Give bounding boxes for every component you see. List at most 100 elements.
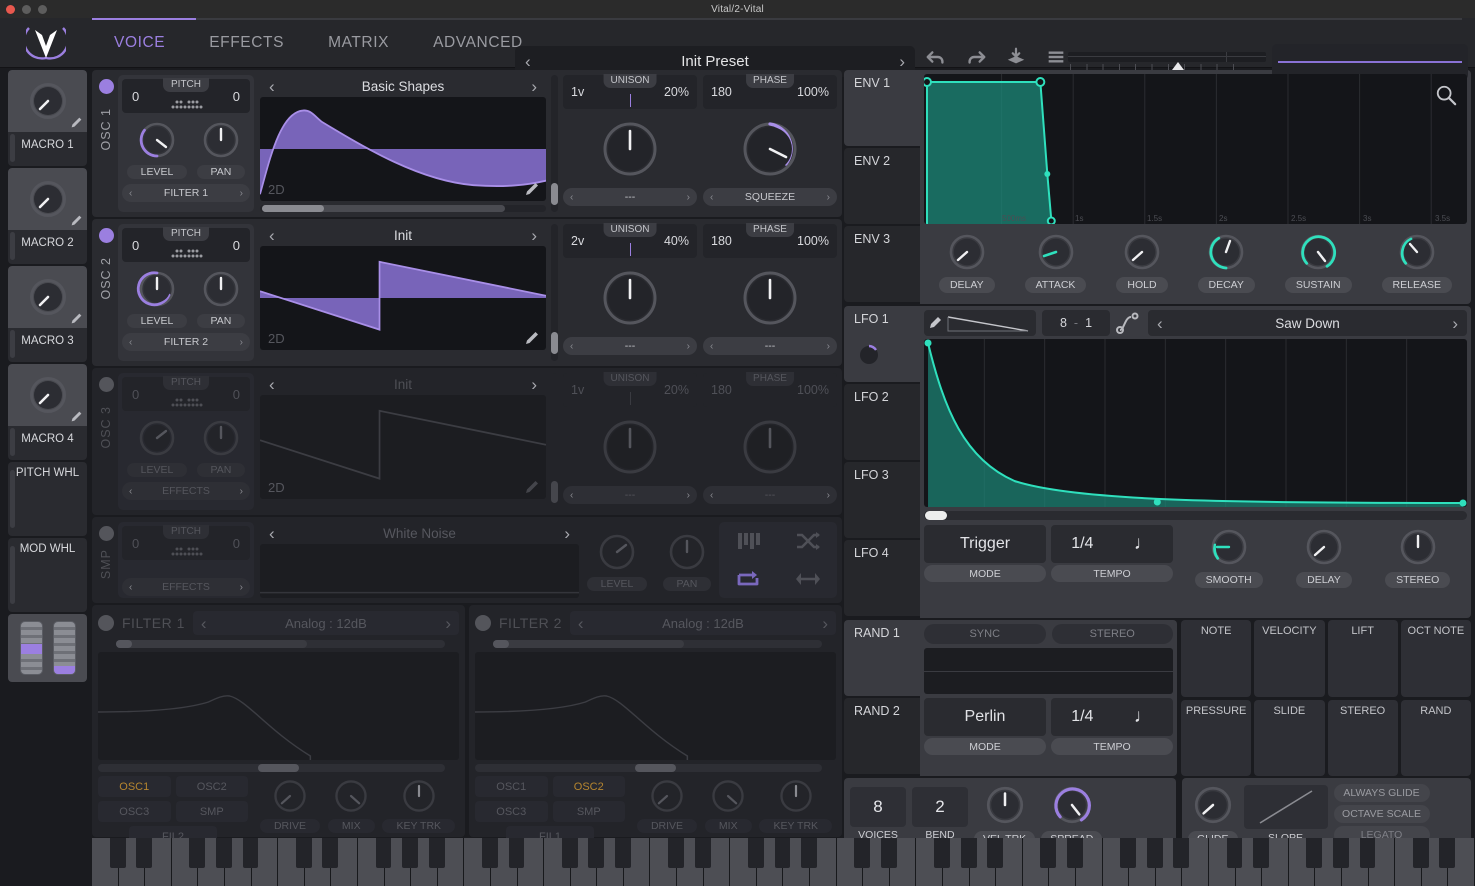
piano-key-black[interactable] (322, 838, 339, 868)
osc1-wavetable-selector[interactable]: ‹ Basic Shapes › (260, 75, 546, 97)
piano-key-black[interactable] (1146, 838, 1163, 868)
piano-key-black[interactable] (136, 838, 153, 868)
veltrk-knob[interactable]: VEL TRK (974, 782, 1036, 847)
filter-2-model-selector[interactable]: ‹ Analog : 12dB › (569, 611, 836, 635)
chevron-right-icon[interactable]: › (240, 337, 243, 348)
osc1-phase-knob[interactable] (736, 115, 804, 183)
random-tabs[interactable]: RAND 1 RAND 2 (844, 620, 920, 776)
pencil-icon[interactable] (70, 116, 83, 129)
macro-mod-rail[interactable] (10, 330, 15, 358)
lfo-shape-selector[interactable]: ‹ Saw Down › (1148, 310, 1467, 336)
lfo-tempo-selector[interactable]: 1/4 ♩ TEMPO (1051, 525, 1173, 582)
osc1-pitch-left[interactable]: 0 (132, 89, 139, 104)
chevron-right-icon[interactable]: › (687, 192, 690, 203)
osc1-vertical-scrollbar[interactable] (551, 75, 558, 212)
random-mode-selector[interactable]: Perlin MODE (924, 698, 1046, 755)
mod-source-pressure[interactable]: PRESSURE (1181, 699, 1252, 776)
piano-key-black[interactable] (774, 838, 791, 868)
filter-2-blend-slider[interactable] (493, 640, 822, 648)
piano-key-white[interactable] (1022, 838, 1057, 886)
osc2-unison-mod[interactable]: ‹ --- › (563, 337, 697, 355)
lfo-tempo-value[interactable]: 1/4 (1071, 535, 1093, 553)
sampler-sample-name[interactable]: White Noise (275, 526, 565, 541)
chevron-left-icon[interactable]: ‹ (129, 337, 132, 348)
piano-key-black[interactable] (1040, 838, 1057, 868)
piano-key-white[interactable] (836, 838, 871, 886)
macro-mod-rail[interactable] (10, 232, 15, 260)
piano-key-white[interactable] (544, 838, 578, 886)
tab-lfo-4[interactable]: LFO 4 (844, 540, 920, 616)
sampler-pan-knob[interactable]: PAN (662, 530, 712, 591)
random-stereo-toggle[interactable]: STEREO (1051, 624, 1173, 644)
lfo-scrollbar[interactable] (924, 511, 1467, 520)
piano-key-black[interactable] (880, 838, 897, 868)
chevron-right-icon[interactable]: › (827, 192, 830, 203)
slope-control[interactable]: SLOPE (1243, 784, 1328, 844)
tab-env-2[interactable]: ENV 2 (844, 148, 920, 224)
random-tempo-selector[interactable]: 1/4 ♩ TEMPO (1051, 698, 1173, 755)
note-icon[interactable]: ♩ (1134, 533, 1153, 555)
mod-source-note[interactable]: NOTE (1181, 620, 1252, 697)
maximize-button[interactable] (38, 4, 47, 14)
piano-key-black[interactable] (375, 838, 392, 868)
mod-wheel-rail[interactable] (10, 546, 15, 604)
chevron-left-icon[interactable]: ‹ (570, 490, 573, 501)
piano-key-white[interactable] (650, 838, 684, 886)
filter-1-source-osc3[interactable]: OSC3 (98, 801, 171, 822)
glide-knob[interactable]: GLIDE (1188, 782, 1238, 847)
piano-key-black[interactable] (1067, 838, 1083, 868)
filter-2-cutoff-slider[interactable] (475, 764, 822, 772)
tab-effects[interactable]: EFFECTS (187, 18, 306, 68)
chevron-right-icon[interactable]: › (531, 78, 537, 95)
osc1-unison-detune[interactable]: 20% (664, 85, 689, 99)
piano-key-black[interactable] (934, 838, 950, 868)
pitch-wheel-rail[interactable] (10, 470, 15, 528)
osc2-level-knob[interactable]: LEVEL (126, 267, 188, 328)
piano-key-white[interactable] (916, 838, 950, 886)
chevron-right-icon[interactable]: › (564, 525, 570, 542)
chevron-left-icon[interactable]: ‹ (710, 341, 713, 352)
filter-1-drive-knob[interactable]: DRIVE (259, 776, 321, 833)
tab-lfo-3[interactable]: LFO 3 (844, 462, 920, 538)
pencil-icon[interactable] (524, 330, 540, 346)
filter-1-source-osc2[interactable]: OSC2 (175, 776, 248, 797)
filter-1-power-led[interactable] (98, 615, 114, 631)
mod-source-oct-note[interactable]: OCT NOTE (1400, 620, 1471, 697)
piano-key-white[interactable] (1288, 838, 1323, 886)
tab-env-1[interactable]: ENV 1 (844, 70, 920, 146)
header-toolbar[interactable] (925, 46, 1067, 68)
piano-key-black[interactable] (189, 838, 206, 868)
piano-keyboard[interactable] (92, 838, 1475, 886)
osc2-phase-mod[interactable]: ‹ --- › (703, 337, 837, 355)
bend-value[interactable]: 2 (912, 787, 968, 827)
random-tempo-value[interactable]: 1/4 (1071, 708, 1093, 726)
lfo-smooth-knob[interactable]: SMOOTH (1194, 525, 1263, 588)
lfo-grid-y[interactable]: 1 (1085, 316, 1092, 330)
filter-1-cutoff-slider[interactable] (98, 764, 445, 772)
osc2-phase-box[interactable]: 180 PHASE 100% (703, 223, 837, 258)
piano-key-black[interactable] (1120, 838, 1137, 868)
osc1-wavetable-name[interactable]: Basic Shapes (275, 79, 532, 94)
minimize-button[interactable] (22, 4, 31, 14)
osc2-wave-display[interactable]: 2D (260, 246, 546, 350)
sampler-pitch-right[interactable]: 0 (233, 536, 240, 551)
piano-key-black[interactable] (561, 838, 578, 868)
osc3-pitch-right[interactable]: 0 (233, 387, 240, 402)
octave-scale-button[interactable]: OCTAVE SCALE (1333, 805, 1430, 823)
lfo-grid-selector[interactable]: 8 - 1 (1042, 310, 1110, 336)
wheel-controls[interactable] (8, 614, 87, 682)
chevron-left-icon[interactable]: ‹ (570, 341, 573, 352)
osc2-destination[interactable]: ‹ FILTER 2 › (122, 333, 250, 351)
osc2-unison-knob[interactable] (596, 264, 664, 332)
filter-1-blend-slider[interactable] (116, 640, 445, 648)
osc2-phase-value[interactable]: 180 (711, 234, 732, 248)
lfo-tabs[interactable]: LFO 1 LFO 2 LFO 3 LFO 4 (844, 306, 920, 618)
lfo-stereo-knob[interactable]: STEREO (1385, 525, 1451, 588)
osc3-pan-knob[interactable]: PAN (196, 416, 246, 477)
chevron-right-icon[interactable]: › (687, 490, 690, 501)
tab-env-3[interactable]: ENV 3 (844, 226, 920, 302)
osc3-wavetable-name[interactable]: Init (275, 377, 532, 392)
preset-next-icon[interactable]: › (899, 53, 905, 70)
osc1-destination[interactable]: ‹ FILTER 1 › (122, 184, 250, 202)
filter-2-model[interactable]: Analog : 12dB (584, 616, 823, 631)
